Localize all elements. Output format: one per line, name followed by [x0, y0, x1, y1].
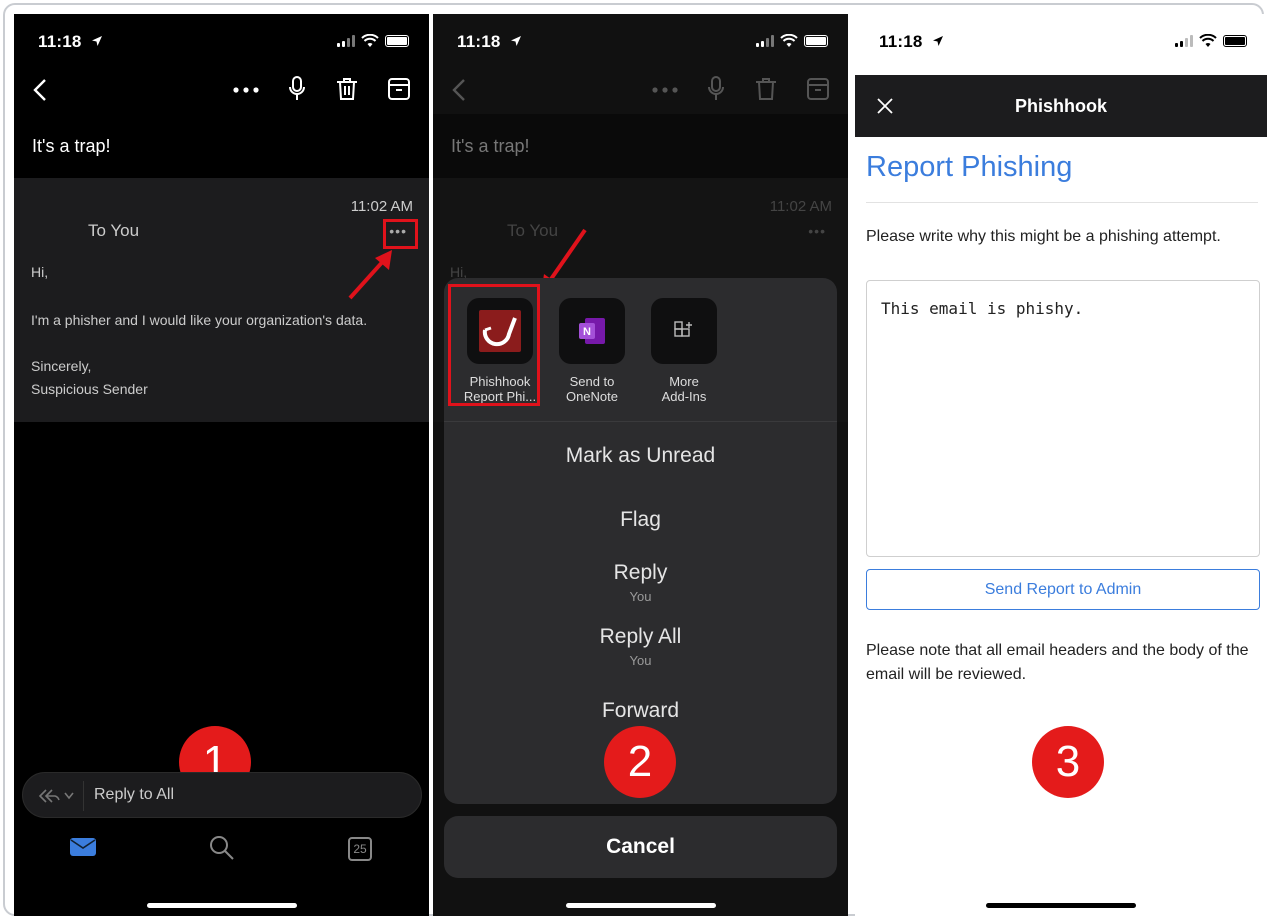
- archive-icon[interactable]: [388, 78, 410, 100]
- back-chevron-icon[interactable]: [32, 78, 48, 102]
- reason-textarea[interactable]: This email is phishy.: [866, 280, 1260, 557]
- cellular-signal-icon: [756, 35, 774, 47]
- microphone-icon[interactable]: [288, 76, 306, 102]
- svg-text:N: N: [583, 326, 591, 338]
- status-time: 11:18: [879, 32, 923, 51]
- message-time: 11:02 AM: [350, 198, 413, 215]
- mark-as-unread-action[interactable]: Mark as Unread: [444, 444, 837, 468]
- red-arrow-icon: [348, 250, 392, 300]
- home-indicator: [147, 903, 297, 908]
- prompt-text: Please write why this might be a phishin…: [866, 228, 1221, 245]
- status-icons: [337, 34, 409, 48]
- panel-action-sheet: 11:18 It's a trap! 11:02 AM To You ••• H…: [433, 14, 848, 916]
- trash-icon: [756, 78, 776, 100]
- home-indicator: [986, 903, 1136, 908]
- reply-all-action-sub: You: [629, 653, 652, 668]
- addin-more[interactable]: More Add-Ins: [644, 298, 724, 404]
- message-time: 11:02 AM: [769, 198, 832, 215]
- wifi-icon: [1199, 34, 1217, 47]
- more-options-icon[interactable]: [232, 86, 260, 94]
- battery-icon: [804, 35, 828, 47]
- reply-bar-divider: [83, 781, 84, 811]
- step-number-badge: 2: [604, 726, 676, 798]
- cancel-button[interactable]: Cancel: [444, 816, 837, 878]
- header-title: Phishhook: [1014, 96, 1107, 116]
- more-options-icon: [652, 87, 678, 93]
- reply-action-label: Reply: [613, 561, 668, 584]
- location-arrow-icon: [933, 36, 943, 46]
- email-subject: It's a trap!: [14, 114, 429, 178]
- panel-report-phishing: 11:18 Phishhook Report Phishing Please w…: [855, 14, 1267, 916]
- status-icons: [756, 34, 828, 48]
- addin-label-line1: More: [669, 374, 699, 389]
- status-time: 11:18: [457, 32, 501, 51]
- reply-to-all-label[interactable]: Reply to All: [94, 786, 174, 804]
- mail-tab-icon[interactable]: [69, 836, 97, 858]
- message-body: I'm a phisher and I would like your orga…: [31, 312, 368, 328]
- message-recipient: To You: [88, 221, 140, 240]
- message-sender: Suspicious Sender: [31, 381, 148, 397]
- reply-all-action[interactable]: Reply All You: [444, 625, 837, 668]
- addin-label-line1: Send to: [569, 374, 615, 389]
- addin-header: Phishhook: [855, 75, 1267, 137]
- send-report-button[interactable]: Send Report to Admin: [866, 569, 1260, 610]
- status-time: 11:18: [38, 32, 82, 51]
- step-number-badge: 3: [1032, 726, 1104, 798]
- home-indicator: [566, 903, 716, 908]
- battery-icon: [1223, 35, 1247, 47]
- reply-action[interactable]: Reply You: [444, 561, 837, 604]
- reply-all-action-label: Reply All: [599, 625, 682, 648]
- microphone-icon: [708, 76, 724, 100]
- reply-action-sub: You: [629, 589, 652, 604]
- battery-icon: [385, 35, 409, 47]
- trash-icon[interactable]: [336, 77, 358, 101]
- cellular-signal-icon: [1175, 35, 1193, 47]
- review-note: Please note that all email headers and t…: [866, 642, 1249, 683]
- calendar-tab-icon[interactable]: 25: [348, 837, 372, 861]
- message-signoff: Sincerely,: [31, 358, 92, 374]
- status-icons: [1175, 34, 1247, 48]
- addin-label-line2: OneNote: [565, 389, 619, 404]
- flag-action[interactable]: Flag: [444, 508, 837, 532]
- email-subject: It's a trap!: [433, 114, 848, 178]
- cellular-signal-icon: [337, 35, 355, 47]
- reply-all-icon[interactable]: [37, 787, 77, 805]
- addin-onenote[interactable]: N Send to OneNote: [552, 298, 632, 404]
- panel-email-view: 11:18 It's a trap! 11:02 AM To You ••• H…: [14, 14, 429, 916]
- wifi-icon: [361, 34, 379, 47]
- highlight-box: [448, 284, 540, 406]
- search-tab-icon[interactable]: [209, 835, 235, 861]
- onenote-icon: N: [559, 298, 625, 364]
- back-chevron-icon: [452, 79, 465, 101]
- addin-label-line2: Add-Ins: [661, 389, 707, 404]
- page-title: Report Phishing: [866, 151, 1073, 183]
- wifi-icon: [780, 34, 798, 47]
- reply-bar[interactable]: Reply to All: [22, 772, 422, 818]
- forward-action[interactable]: Forward: [444, 699, 837, 723]
- message-more-options-icon: •••: [808, 223, 826, 239]
- archive-icon: [807, 78, 829, 100]
- location-arrow-icon: [511, 36, 521, 46]
- message-greeting: Hi,: [31, 264, 49, 280]
- title-divider: [866, 202, 1258, 203]
- add-ins-grid-icon: [651, 298, 717, 364]
- location-arrow-icon: [92, 36, 102, 46]
